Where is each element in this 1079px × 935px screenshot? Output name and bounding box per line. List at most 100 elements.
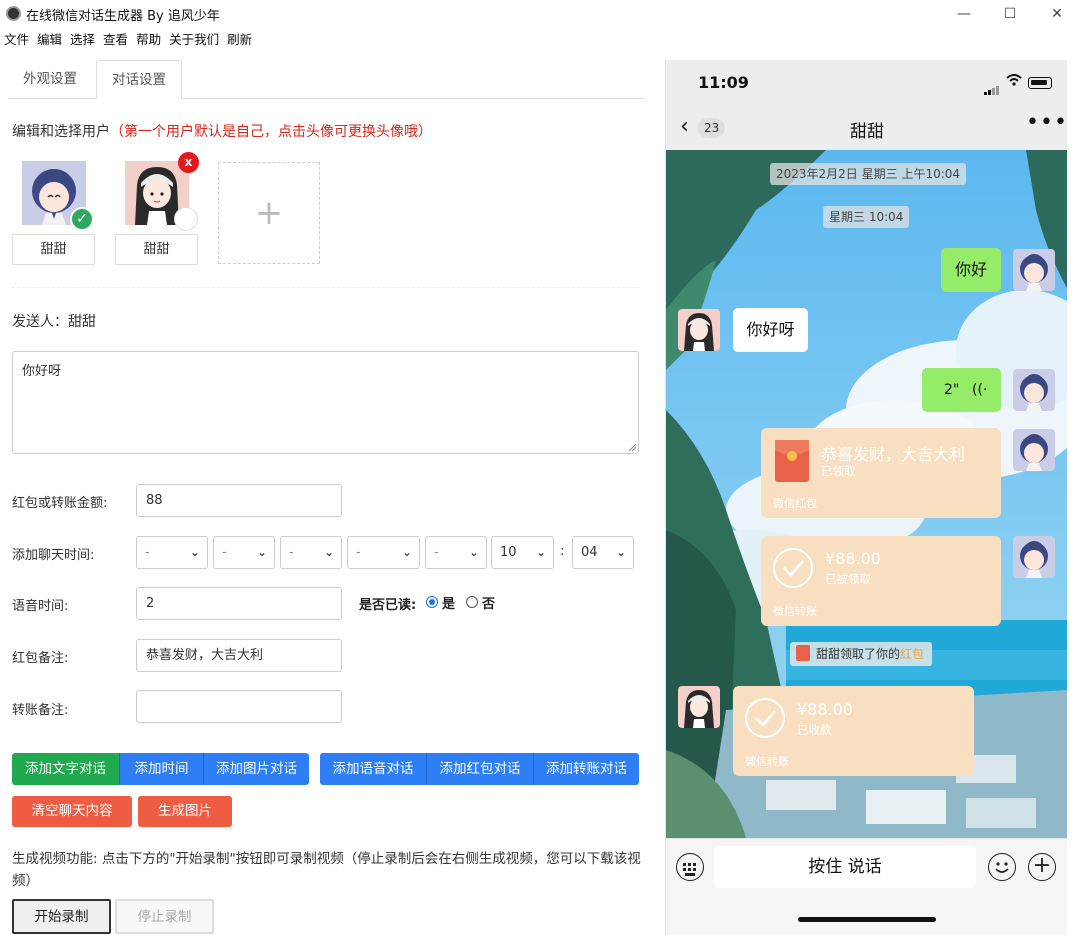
hold-to-talk-button[interactable]: 按住 说话 <box>714 846 976 888</box>
users-hint: （第一个用户默认是自己，点击头像可更换头像哦） <box>110 124 432 140</box>
chat-input-bar: 按住 说话 + <box>666 838 1067 935</box>
add-image-button[interactable]: 添加图片对话 <box>203 753 309 785</box>
phone-status-bar: 11:09 <box>666 60 1067 106</box>
add-time-button[interactable]: 添加时间 <box>119 753 203 785</box>
redpacket-icon <box>775 440 809 482</box>
menu-edit[interactable]: 编辑 <box>33 28 66 52</box>
transfer-note-label: 转账备注: <box>12 703 69 718</box>
plus-icon[interactable]: + <box>1028 853 1056 881</box>
app-logo-icon <box>6 6 21 21</box>
amount-label: 红包或转账金额: <box>12 496 108 511</box>
chevron-down-icon: ⌄ <box>615 545 626 559</box>
menu-about[interactable]: 关于我们 <box>165 28 223 52</box>
menu-file[interactable]: 文件 <box>0 28 33 52</box>
redpacket-note-input[interactable]: 恭喜发财，大吉大利 <box>136 639 342 672</box>
more-options-icon[interactable]: ••• <box>1026 110 1067 135</box>
keyboard-icon[interactable] <box>676 853 704 881</box>
received-amount: ¥88.00 <box>797 700 853 719</box>
month-select-value: - <box>222 545 227 560</box>
add-transfer-button[interactable]: 添加转账对话 <box>533 753 639 785</box>
voice-duration: 2" <box>944 382 960 398</box>
minimize-button[interactable]: — <box>942 2 986 26</box>
read-yes-radio[interactable] <box>426 596 438 608</box>
home-indicator <box>798 917 936 922</box>
system-message: 甜甜领取了你的红包 <box>790 642 933 666</box>
menu-view[interactable]: 查看 <box>99 28 132 52</box>
users-section-title: 编辑和选择用户（第一个用户默认是自己，点击头像可更换头像哦） <box>12 121 432 141</box>
transfer-card[interactable]: ¥88.00 已被领取 微信转账 <box>761 536 1001 626</box>
voice-label: 语音时间: <box>12 599 69 614</box>
ampm-select-value: - <box>434 545 439 560</box>
chat-title: 甜甜 <box>850 122 884 142</box>
video-description: 生成视频功能: 点击下方的"开始录制"按钮即可录制视频（停止录制后会在右侧生成视… <box>12 851 641 889</box>
message-textarea[interactable]: 你好呀 <box>12 351 639 454</box>
start-recording-button[interactable]: 开始录制 <box>12 899 111 934</box>
hour-select-value: 10 <box>500 545 517 560</box>
ampm-select[interactable]: - ⌄ <box>425 536 487 569</box>
maximize-button[interactable]: ☐ <box>988 2 1032 26</box>
battery-icon <box>1028 77 1052 89</box>
menu-help[interactable]: 帮助 <box>132 28 165 52</box>
sender-name: 甜甜 <box>68 314 96 330</box>
users-title: 编辑和选择用户 <box>12 124 110 140</box>
other-text-bubble: 你好呀 <box>733 308 808 352</box>
self-avatar <box>1013 369 1055 411</box>
generate-image-button[interactable]: 生成图片 <box>138 796 232 827</box>
redpacket-label: 微信红包 <box>773 497 817 510</box>
minute-select[interactable]: 04 ⌄ <box>572 536 634 569</box>
add-text-button[interactable]: 添加文字对话 <box>12 753 119 785</box>
add-redpacket-button[interactable]: 添加红包对话 <box>426 753 533 785</box>
chevron-down-icon: ⌄ <box>256 545 267 559</box>
chevron-down-icon: ⌄ <box>468 545 479 559</box>
day-select[interactable]: - ⌄ <box>280 536 342 569</box>
menu-select[interactable]: 选择 <box>66 28 99 52</box>
sender-line: 发送人：甜甜 <box>12 311 96 331</box>
clear-chat-button[interactable]: 清空聊天内容 <box>12 796 132 827</box>
user-name-field[interactable]: 甜甜 <box>12 234 95 265</box>
transfer-note-input[interactable] <box>136 690 342 723</box>
transfer-label: 微信转账 <box>773 605 817 618</box>
voice-input[interactable]: 2 <box>136 587 342 620</box>
redpacket-status: 已领取 <box>821 464 856 478</box>
self-text-bubble: 你好 <box>941 248 1001 292</box>
amount-input[interactable]: 88 <box>136 484 342 517</box>
received-status: 已收款 <box>797 723 832 737</box>
hour-select[interactable]: 10 ⌄ <box>491 536 554 569</box>
system-message-highlight: 红包 <box>900 647 925 661</box>
chevron-down-icon: ⌄ <box>189 545 200 559</box>
weekday-select[interactable]: - ⌄ <box>347 536 420 569</box>
time-label: 添加聊天时间: <box>12 548 95 563</box>
delete-user-button[interactable]: x <box>178 152 199 173</box>
chevron-down-icon: ⌄ <box>401 545 412 559</box>
day-select-value: - <box>289 545 294 560</box>
emoji-icon[interactable] <box>988 853 1016 881</box>
received-transfer-card[interactable]: ¥88.00 已收款 微信转账 <box>733 686 974 776</box>
tab-dialog[interactable]: 对话设置 <box>96 60 182 99</box>
redpacket-title: 恭喜发财，大吉大利 <box>821 445 966 464</box>
redpacket-card[interactable]: 恭喜发财，大吉大利 已领取 微信红包 <box>761 428 1001 518</box>
unselected-check-icon[interactable] <box>174 207 198 231</box>
close-window-button[interactable]: ✕ <box>1035 2 1079 26</box>
add-user-button[interactable]: + <box>218 162 320 264</box>
month-select[interactable]: - ⌄ <box>213 536 275 569</box>
small-redpacket-icon <box>796 645 810 661</box>
self-avatar <box>1013 429 1055 471</box>
stop-recording-button[interactable]: 停止录制 <box>115 899 214 934</box>
read-no-radio[interactable] <box>466 596 478 608</box>
chat-timestamp: 2023年2月2日 星期三 上午10:04 <box>770 163 967 185</box>
chat-background: 2023年2月2日 星期三 上午10:04 星期三 10:04 你好 你好呀 2… <box>666 150 1067 838</box>
phone-preview: 11:09 ‹ 23 甜甜 ••• 2023年2月2日 星期三 上午10:04 … <box>665 60 1067 935</box>
user-name-field[interactable]: 甜甜 <box>115 234 198 265</box>
window-title: 在线微信对话生成器 By 追风少年 <box>26 9 220 24</box>
add-voice-button[interactable]: 添加语音对话 <box>320 753 426 785</box>
other-avatar <box>678 686 720 728</box>
menu-refresh[interactable]: 刷新 <box>223 28 256 52</box>
resize-handle-icon[interactable] <box>628 443 637 452</box>
transfer-status: 已被领取 <box>825 572 871 586</box>
selected-check-icon: ✓ <box>70 207 94 231</box>
signal-icon <box>984 80 1000 95</box>
time-colon: : <box>560 544 565 559</box>
sender-label: 发送人： <box>12 314 68 330</box>
tab-appearance[interactable]: 外观设置 <box>8 60 92 99</box>
year-select[interactable]: - ⌄ <box>136 536 208 569</box>
